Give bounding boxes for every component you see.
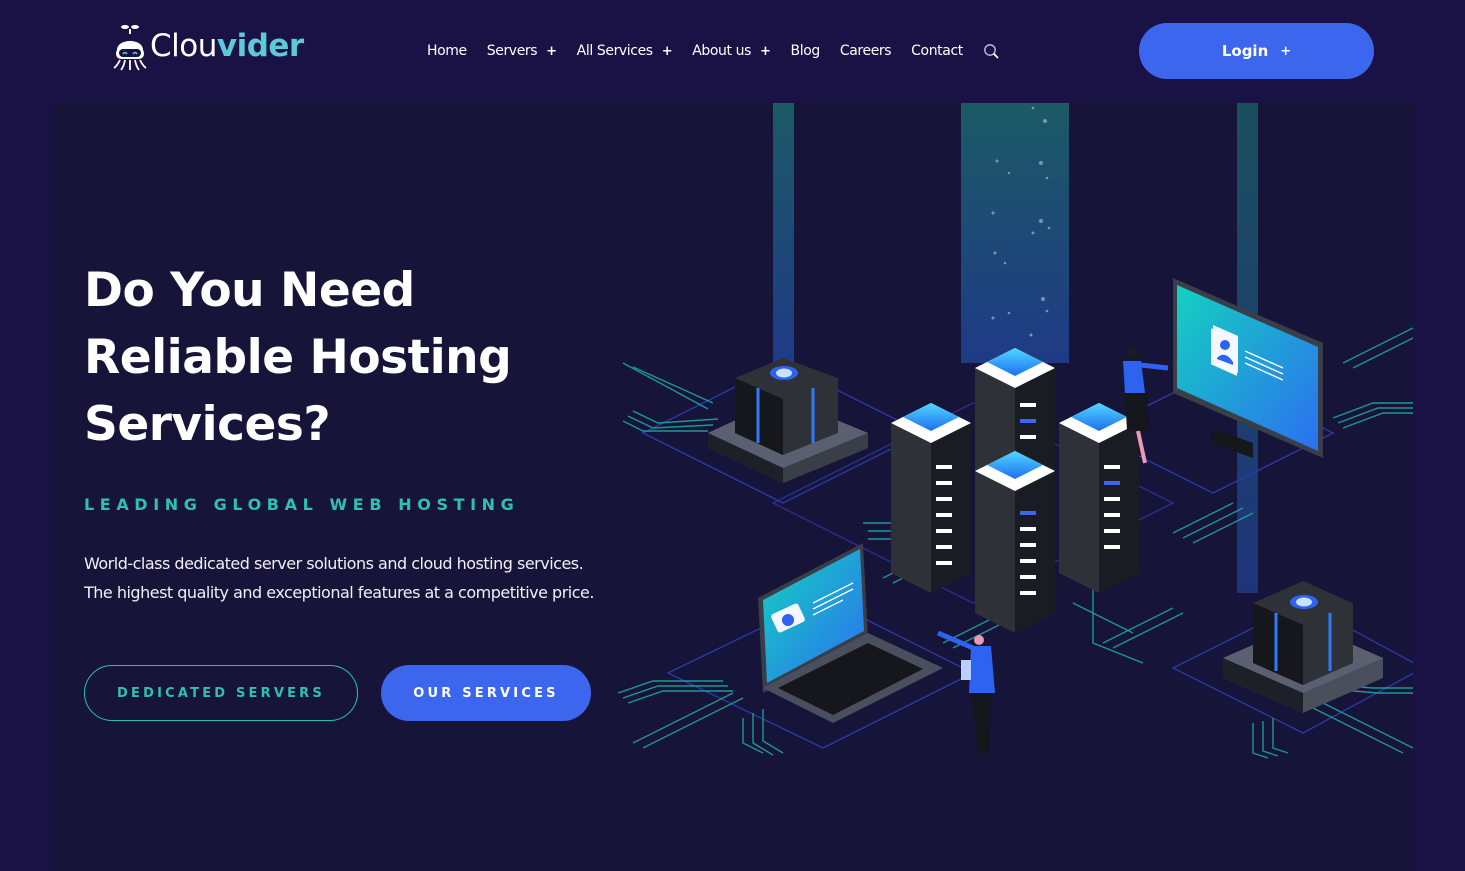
hero-description-line: The highest quality and exceptional feat… xyxy=(84,583,594,602)
server-rack xyxy=(1059,403,1139,593)
nav-item-blog[interactable]: Blog xyxy=(790,43,821,59)
brand-name-part1: Clou xyxy=(150,27,217,64)
isometric-data-center-illustration xyxy=(617,103,1413,759)
main-nav: Home Servers + All Services + About us + Bl… xyxy=(427,40,1000,62)
our-services-button[interactable]: OUR SERVICES xyxy=(381,665,591,721)
plus-icon: + xyxy=(760,43,771,59)
server-rack xyxy=(975,451,1055,633)
nav-label: Home xyxy=(427,43,467,59)
site-header: Clouvider Home Servers + All Services + Ab… xyxy=(0,0,1465,103)
nav-label: Blog xyxy=(790,43,821,59)
brand-name-part2: vider xyxy=(216,27,304,64)
octopus-robot-icon xyxy=(113,25,147,71)
hero-tagline: LEADING GLOBAL WEB HOSTING xyxy=(84,495,520,514)
dedicated-servers-button[interactable]: DEDICATED SERVERS xyxy=(84,665,358,721)
nav-item-home[interactable]: Home xyxy=(427,43,467,59)
nav-item-careers[interactable]: Careers xyxy=(839,43,892,59)
hero-title-line: Do You Need xyxy=(84,263,415,318)
hero-description-line: World-class dedicated server solutions a… xyxy=(84,554,584,573)
nav-item-servers[interactable]: Servers + xyxy=(487,43,557,59)
person-man xyxy=(937,630,995,753)
hero-description: World-class dedicated server solutions a… xyxy=(84,549,644,607)
hero-title-line: Services? xyxy=(84,397,331,452)
nav-item-about-us[interactable]: About us + xyxy=(692,43,771,59)
nav-label: Careers xyxy=(839,43,892,59)
light-beam xyxy=(961,103,1069,363)
plus-icon: + xyxy=(661,43,673,59)
server-rack xyxy=(891,403,971,593)
nav-label: All Services xyxy=(576,43,653,59)
server-pod-left xyxy=(708,358,868,483)
nav-label: About us xyxy=(692,43,752,59)
login-button[interactable]: Login + xyxy=(1139,23,1374,79)
hero-title: Do You Need Reliable Hosting Services? xyxy=(84,257,604,458)
nav-label: Contact xyxy=(911,43,963,59)
plus-icon: + xyxy=(1280,43,1292,59)
nav-label: Servers xyxy=(486,43,538,59)
server-pod-right xyxy=(1223,581,1383,713)
hero-title-line: Reliable Hosting xyxy=(84,330,512,385)
search-icon[interactable] xyxy=(983,43,1000,60)
login-label: Login xyxy=(1221,42,1269,60)
plus-icon: + xyxy=(546,43,557,59)
nav-item-contact[interactable]: Contact xyxy=(911,43,963,59)
nav-item-all-services[interactable]: All Services + xyxy=(577,43,673,59)
hero-section: Do You Need Reliable Hosting Services? L… xyxy=(53,103,1413,871)
brand-name: Clouvider xyxy=(150,27,304,64)
light-beam xyxy=(773,103,794,363)
brand-logo[interactable]: Clouvider xyxy=(112,20,304,72)
